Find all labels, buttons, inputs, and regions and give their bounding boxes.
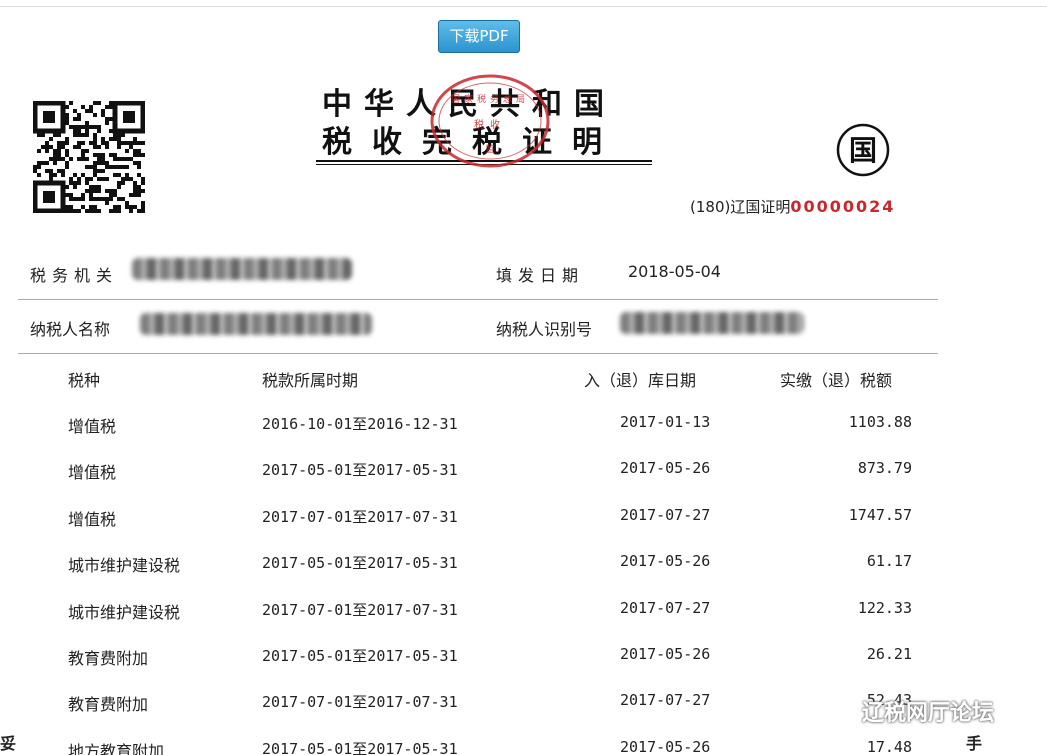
edge-fragment-left: 妥 <box>0 734 17 753</box>
tax-period-cell: 2017-05-01至2017-05-31 <box>262 461 458 479</box>
tax-period-cell: 2017-05-01至2017-05-31 <box>262 647 458 665</box>
header-warehouse-date: 入（退）库日期 <box>584 371 697 390</box>
tax-amount-cell: 26.21 <box>866 645 912 663</box>
svg-text:国家税务总局: 国家税务总局 <box>451 93 529 105</box>
wechat-icon <box>822 697 856 724</box>
download-pdf-button[interactable]: 下载PDF <box>438 20 520 53</box>
tax-type-cell: 增值税 <box>68 463 117 482</box>
svg-text:国: 国 <box>849 134 877 167</box>
wechat-watermark: 辽税网厅论坛 <box>822 693 994 729</box>
svg-text:税收: 税收 <box>474 118 506 131</box>
tax-amount-cell: 873.79 <box>857 459 912 477</box>
issue-date-value: 2018-05-04 <box>628 262 721 281</box>
warehouse-date-cell: 2017-05-26 <box>620 738 711 755</box>
tax-period-cell: 2016-10-01至2016-12-31 <box>262 415 458 433</box>
tax-certificate-page: 下载PDF 中华人民共和国 税收完税证明 国家税务总局 税收 监 国 (180)… <box>0 0 1047 755</box>
tax-period-cell: 2017-05-01至2017-05-31 <box>262 740 458 755</box>
tax-amount-cell: 61.17 <box>866 552 912 570</box>
header-tax-amount: 实缴（退）税额 <box>780 371 893 390</box>
taxpayer-name-label: 纳税人名称 <box>30 320 111 339</box>
redacted-tax-office <box>132 258 352 280</box>
certificate-serial: 00000024 <box>790 197 896 216</box>
tax-type-cell: 城市维护建设税 <box>68 603 181 622</box>
guo-badge-icon: 国 <box>836 123 890 177</box>
warehouse-date-cell: 2017-05-26 <box>620 552 711 570</box>
redacted-taxpayer-id <box>620 312 804 334</box>
warehouse-date-cell: 2017-01-13 <box>620 413 711 431</box>
warehouse-date-cell: 2017-05-26 <box>620 645 711 663</box>
svg-text:监: 监 <box>485 143 494 155</box>
tax-type-cell: 增值税 <box>68 417 117 436</box>
watermark-text: 辽税网厅论坛 <box>862 701 995 726</box>
tax-period-cell: 2017-07-01至2017-07-31 <box>262 693 458 711</box>
taxpayer-id-label: 纳税人识别号 <box>496 320 593 339</box>
header-tax-period: 税款所属时期 <box>262 371 359 390</box>
tax-amount-cell: 1747.57 <box>848 506 912 524</box>
issue-date-label: 填发日期 <box>496 266 585 285</box>
edge-fragment-right: 手 <box>966 734 983 753</box>
tax-period-cell: 2017-07-01至2017-07-31 <box>262 601 458 619</box>
certificate-prefix: (180)辽国证明 <box>690 198 791 216</box>
tax-type-cell: 教育费附加 <box>68 695 149 714</box>
tax-amount-cell: 17.48 <box>866 738 912 755</box>
tax-period-cell: 2017-07-01至2017-07-31 <box>262 508 458 526</box>
tax-type-cell: 教育费附加 <box>68 649 149 668</box>
warehouse-date-cell: 2017-07-27 <box>620 599 711 617</box>
tax-period-cell: 2017-05-01至2017-05-31 <box>262 554 458 572</box>
field-divider-2 <box>18 353 938 354</box>
qr-code-icon <box>33 101 145 213</box>
warehouse-date-cell: 2017-07-27 <box>620 691 711 709</box>
tax-type-cell: 城市维护建设税 <box>68 556 181 575</box>
certificate-number: (180)辽国证明00000024 <box>690 196 895 217</box>
official-seal-stamp: 国家税务总局 税收 监 <box>430 74 550 168</box>
tax-amount-cell: 122.33 <box>857 599 912 617</box>
tax-amount-cell: 1103.88 <box>848 413 912 431</box>
tax-type-cell: 增值税 <box>68 510 117 529</box>
tax-office-label: 税务机关 <box>30 266 119 285</box>
field-divider-1 <box>18 299 938 300</box>
top-divider <box>0 6 1047 7</box>
warehouse-date-cell: 2017-05-26 <box>620 459 711 477</box>
redacted-taxpayer-name <box>140 313 372 335</box>
warehouse-date-cell: 2017-07-27 <box>620 506 711 524</box>
tax-type-cell: 地方教育附加 <box>68 742 165 755</box>
header-tax-type: 税种 <box>68 371 101 390</box>
